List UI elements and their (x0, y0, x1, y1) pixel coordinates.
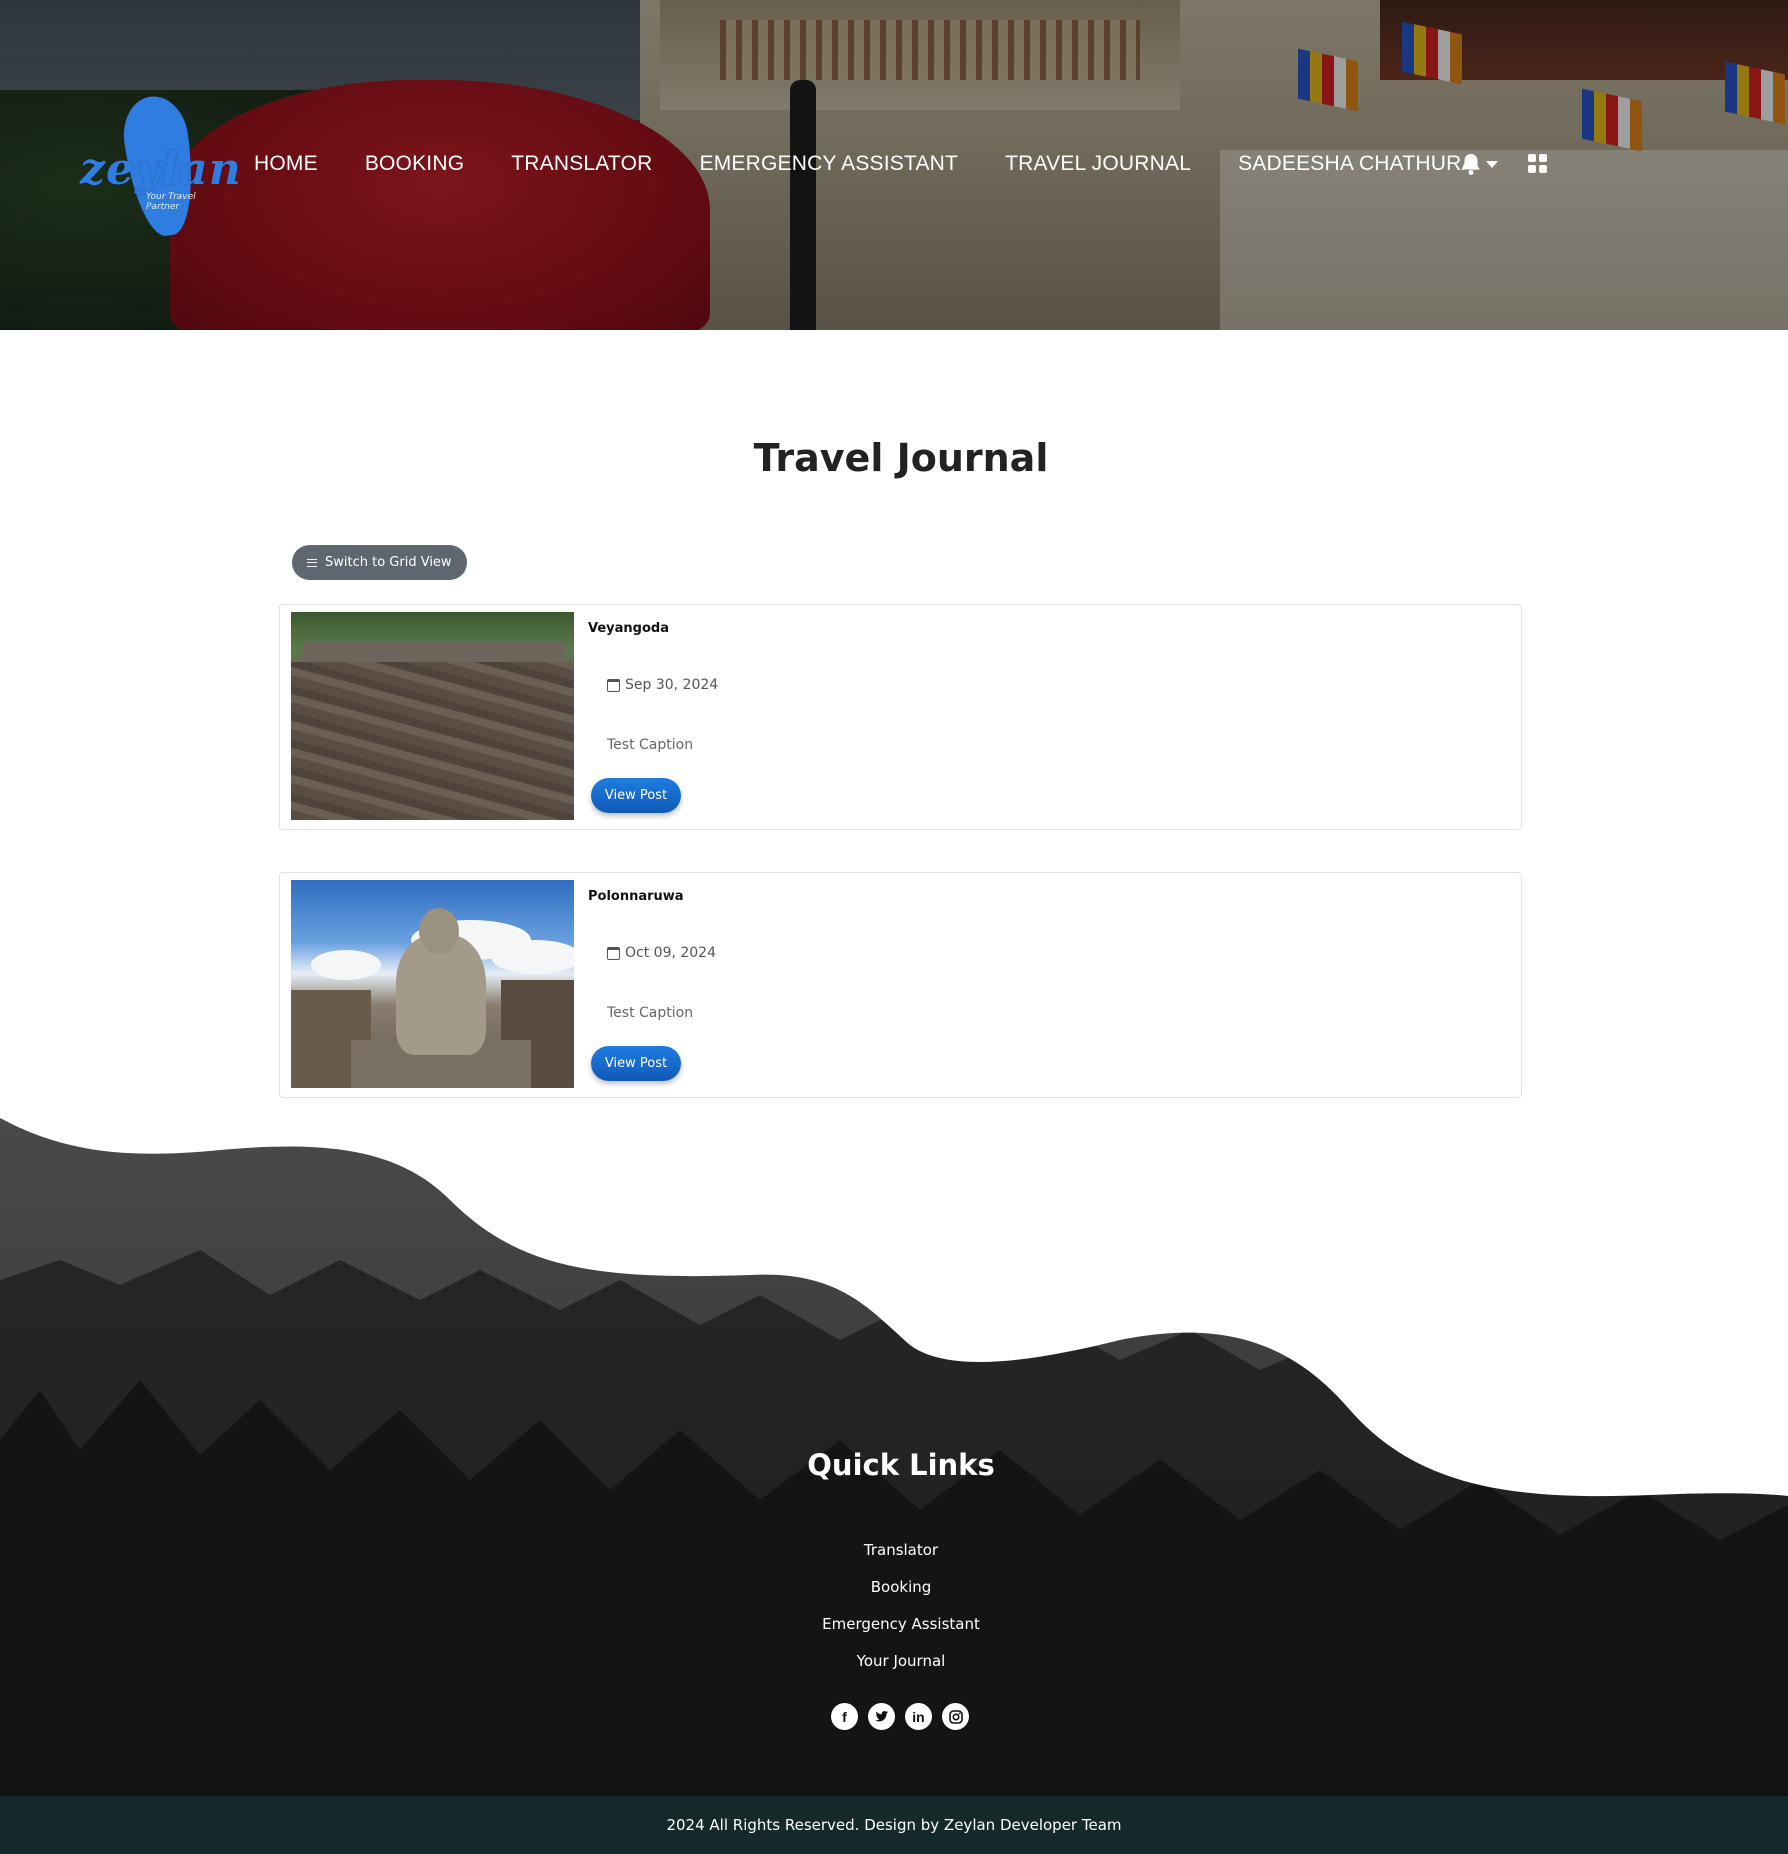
grid-icon[interactable] (1528, 154, 1548, 174)
nav-translator[interactable]: TRANSLATOR (511, 152, 652, 176)
post-date: Oct 09, 2024 (607, 945, 716, 961)
social-links: f in (831, 1703, 979, 1730)
facebook-icon[interactable]: f (831, 1703, 858, 1730)
journal-post-card: Veyangoda Sep 30, 2024 Test Caption View… (279, 604, 1522, 830)
bell-icon[interactable] (1460, 152, 1482, 176)
post-caption: Test Caption (607, 737, 694, 753)
footer-link-booking[interactable]: Booking (0, 1577, 1788, 1614)
journal-post-card: Polonnaruwa Oct 09, 2024 Test Caption Vi… (279, 872, 1522, 1098)
calendar-icon (607, 678, 620, 692)
caret-down-icon (1485, 160, 1498, 168)
post-place: Polonnaruwa (588, 889, 684, 904)
switch-label: Switch to Grid View (325, 555, 452, 570)
brand-name: zeylan (80, 144, 242, 195)
footer-link-emergency-assistant[interactable]: Emergency Assistant (0, 1614, 1788, 1651)
view-post-button[interactable]: View Post (591, 1046, 681, 1081)
main-nav: HOME BOOKING TRANSLATOR EMERGENCY ASSIST… (254, 152, 1545, 176)
nav-booking[interactable]: BOOKING (365, 152, 464, 176)
list-icon (307, 558, 317, 567)
switch-to-grid-button[interactable]: Switch to Grid View (292, 545, 467, 580)
brand-logo[interactable]: zeylan Your Travel Partner (80, 90, 241, 240)
post-image (291, 880, 574, 1088)
footer-link-your-journal[interactable]: Your Journal (0, 1651, 1788, 1688)
quick-links: Translator Booking Emergency Assistant Y… (0, 1540, 1788, 1688)
nav-emergency-assistant[interactable]: EMERGENCY ASSISTANT (699, 152, 958, 176)
footer-link-translator[interactable]: Translator (0, 1540, 1788, 1577)
post-place: Veyangoda (588, 621, 669, 636)
instagram-icon[interactable] (942, 1703, 969, 1730)
copyright: 2024 All Rights Reserved. Design by Zeyl… (0, 1796, 1788, 1854)
linkedin-icon[interactable]: in (905, 1703, 932, 1730)
post-image (291, 612, 574, 820)
nav-home[interactable]: HOME (254, 152, 318, 176)
nav-travel-journal[interactable]: TRAVEL JOURNAL (1005, 152, 1191, 176)
post-caption: Test Caption (607, 1005, 694, 1021)
quick-links-title: Quick Links (807, 1448, 995, 1482)
user-menu[interactable]: SADEESHA CHATHURA (1238, 152, 1498, 176)
page-title: Travel Journal (753, 436, 1049, 480)
brand-tagline: Your Travel Partner (146, 192, 196, 212)
view-post-button[interactable]: View Post (591, 778, 681, 813)
twitter-icon[interactable] (868, 1703, 895, 1730)
post-date: Sep 30, 2024 (607, 677, 718, 693)
calendar-icon (607, 946, 620, 960)
user-name: SADEESHA CHATHURA (1238, 152, 1476, 175)
footer (0, 1110, 1788, 1854)
